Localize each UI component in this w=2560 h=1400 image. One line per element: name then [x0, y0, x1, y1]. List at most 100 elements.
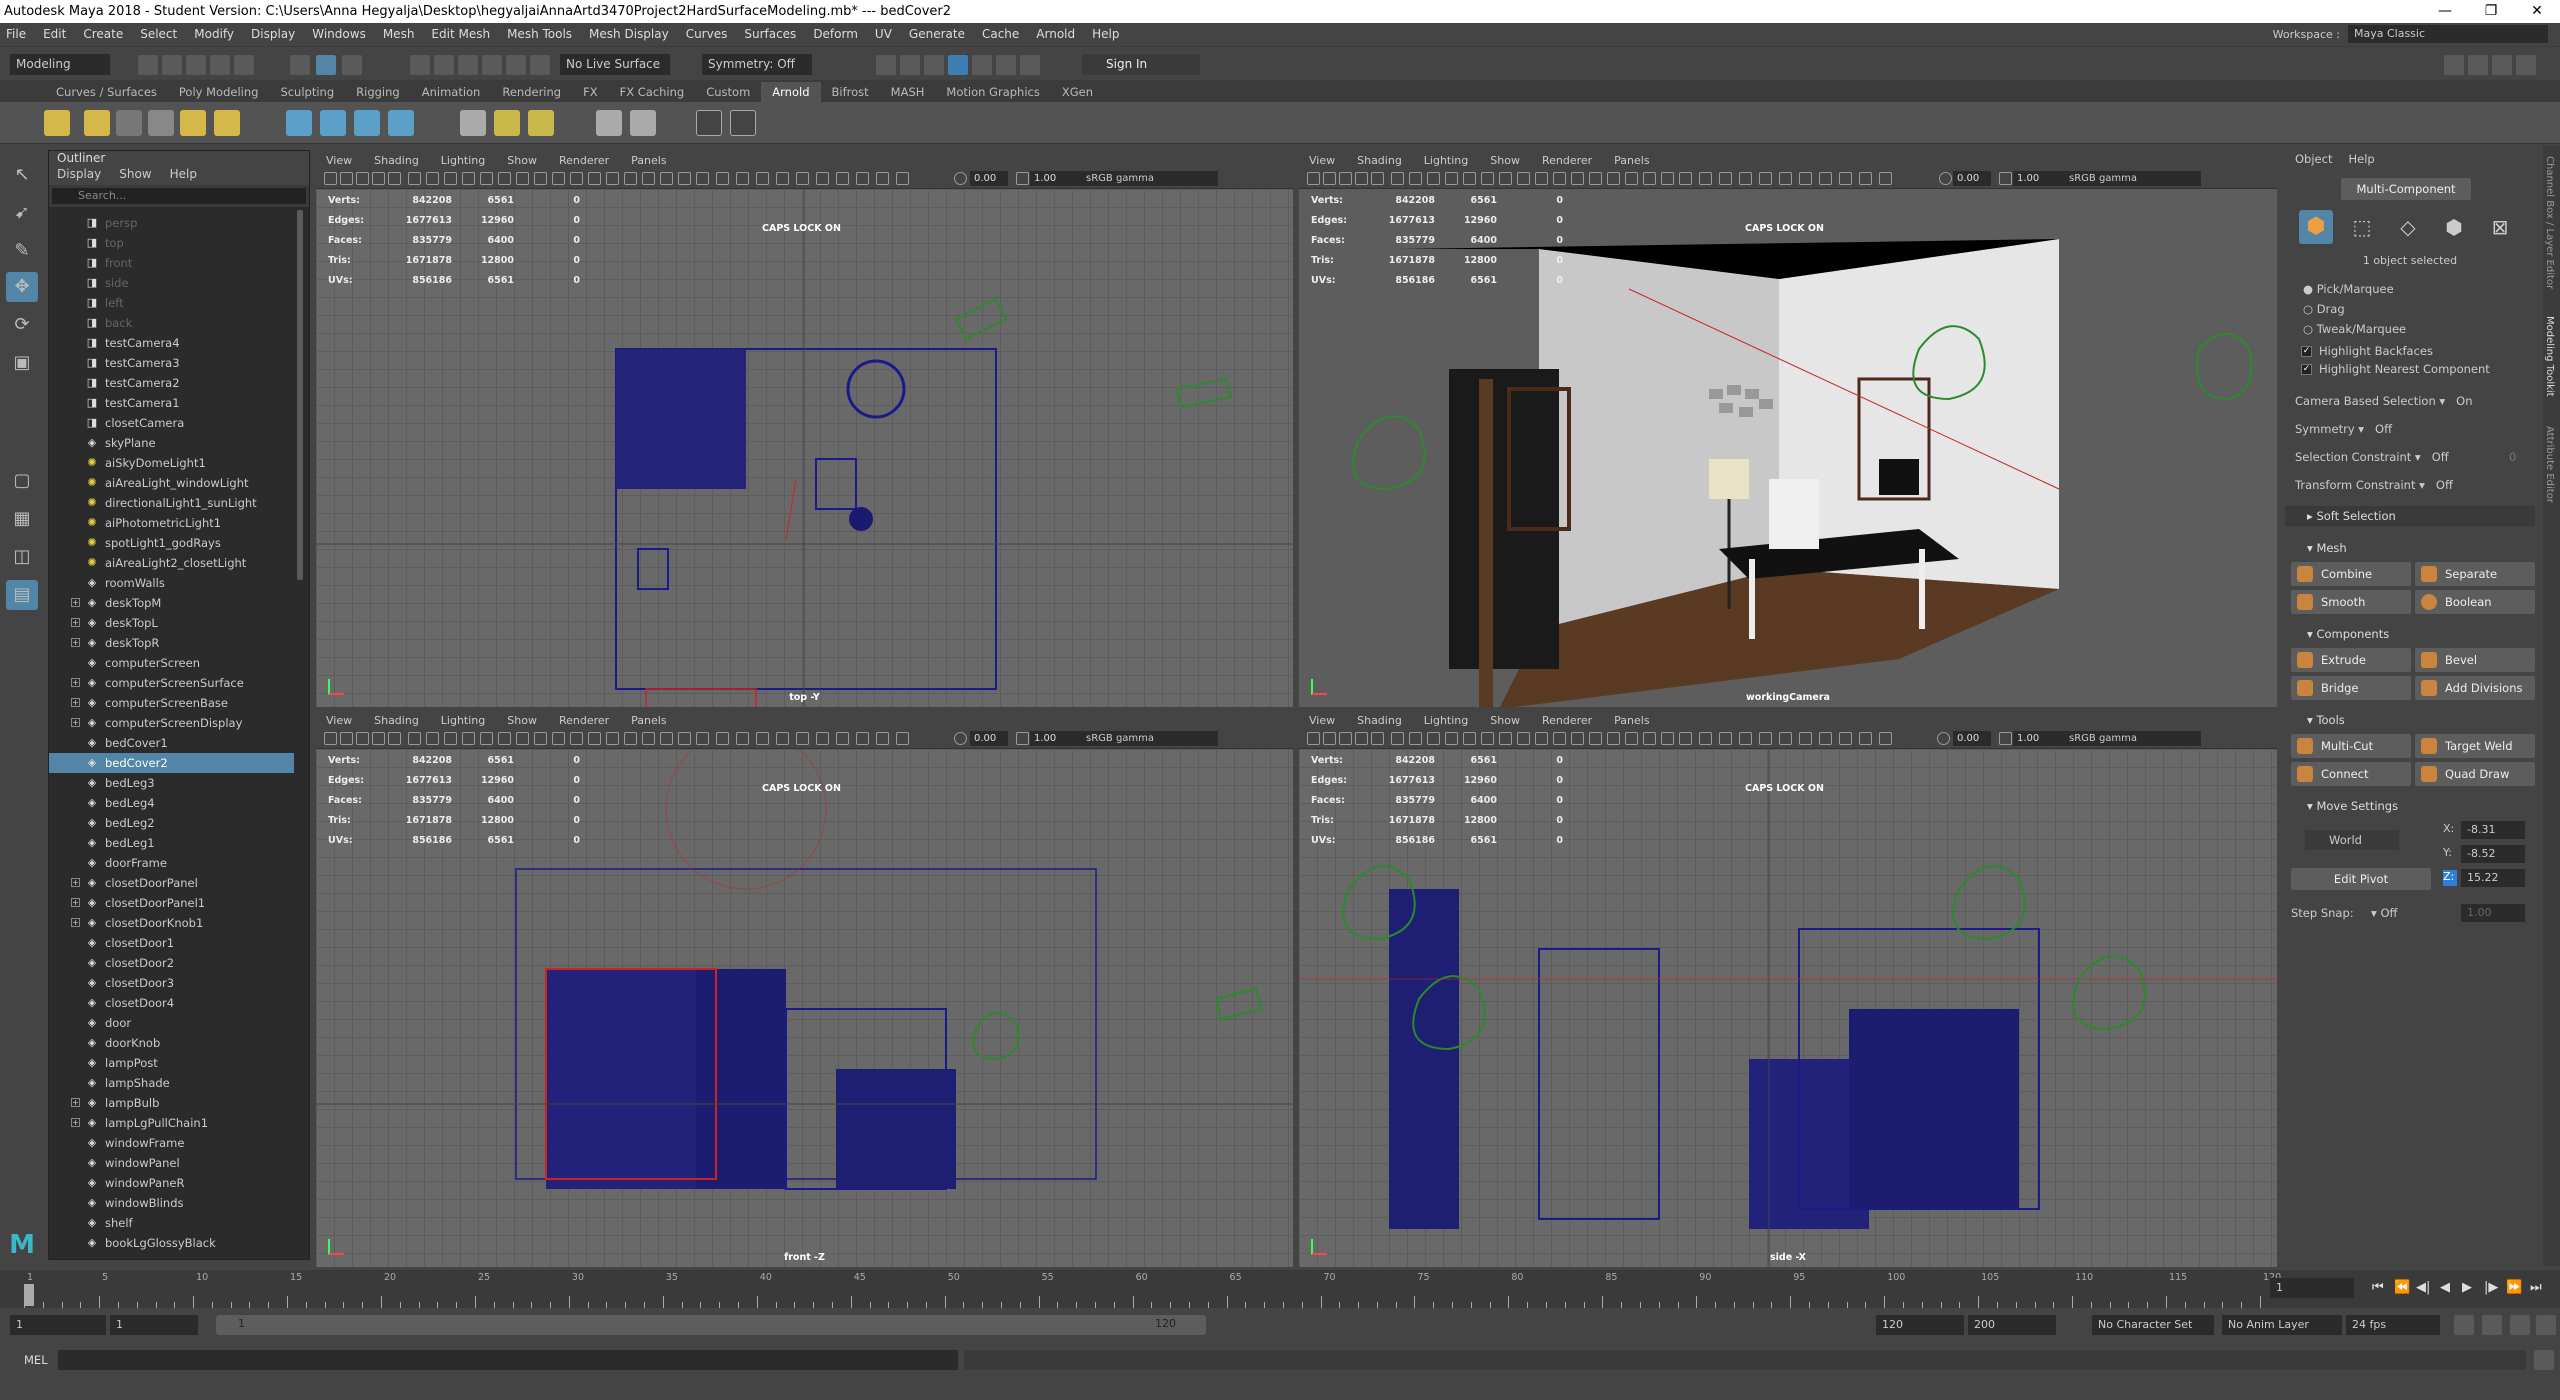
viewport-tool-icon[interactable]: [1445, 732, 1458, 745]
viewport-tool-icon[interactable]: [660, 732, 673, 745]
layout-four-icon[interactable]: [2468, 55, 2488, 75]
live-surface-dropdown[interactable]: No Live Surface: [560, 54, 670, 75]
viewport-tool-icon[interactable]: [1339, 172, 1352, 185]
expand-icon[interactable]: +: [71, 598, 80, 607]
outliner-item[interactable]: ◈ closetDoor4: [49, 993, 294, 1013]
expand-icon[interactable]: +: [71, 878, 80, 887]
shelf-tab-arnold[interactable]: Arnold: [761, 82, 821, 102]
outliner-item[interactable]: ◈ closetDoor2: [49, 953, 294, 973]
outliner-item[interactable]: ◈ windowBlinds: [49, 1193, 294, 1213]
flush-background-icon[interactable]: [528, 110, 554, 136]
attribute-editor-tab[interactable]: Attribute Editor: [2544, 426, 2555, 503]
viewport-tool-icon[interactable]: [1739, 172, 1752, 185]
components-section[interactable]: ▾ Components: [2285, 624, 2535, 644]
outliner-item[interactable]: ✺ aiPhotometricLight1: [49, 513, 294, 533]
outliner-menu-show[interactable]: Show: [119, 167, 151, 185]
viewport-menu-lighting[interactable]: Lighting: [441, 712, 485, 729]
pause-render-icon[interactable]: [1020, 55, 1040, 75]
quad-draw-button[interactable]: Quad Draw: [2415, 762, 2535, 786]
viewport-tool-icon[interactable]: [776, 732, 789, 745]
viewport-tool-icon[interactable]: [1625, 172, 1638, 185]
viewport-tool-icon[interactable]: [1661, 732, 1674, 745]
outliner-item[interactable]: ✺ aiSkyDomeLight1: [49, 453, 294, 473]
viewport-tool-icon[interactable]: [896, 732, 909, 745]
outliner-item[interactable]: + ◈ lampLgPullChain1: [49, 1113, 294, 1133]
flush-cache-icon[interactable]: [460, 110, 486, 136]
playblast-icon[interactable]: [730, 110, 756, 136]
outliner-item[interactable]: + ◈ closetDoorPanel1: [49, 893, 294, 913]
menu-curves[interactable]: Curves: [686, 27, 728, 41]
viewport-tool-icon[interactable]: [1481, 732, 1494, 745]
viewport-tool-icon[interactable]: [660, 172, 673, 185]
menu-mesh-tools[interactable]: Mesh Tools: [507, 27, 572, 41]
viewport-tool-icon[interactable]: [588, 172, 601, 185]
shelf-tab-curves-surfaces[interactable]: Curves / Surfaces: [45, 82, 168, 102]
redo-icon[interactable]: [234, 55, 254, 75]
viewport-tool-icon[interactable]: [876, 172, 889, 185]
curve-collector-icon[interactable]: [388, 110, 414, 136]
minimize-button[interactable]: —: [2422, 0, 2468, 23]
combine-button[interactable]: Combine: [2291, 562, 2411, 586]
outliner-search-input[interactable]: Search...: [52, 188, 306, 204]
outliner-item[interactable]: ◈ door: [49, 1013, 294, 1033]
viewport-tool-icon[interactable]: [1391, 732, 1404, 745]
menu-select[interactable]: Select: [140, 27, 177, 41]
outliner-scrollbar[interactable]: [295, 210, 305, 1250]
viewport-menu-panels[interactable]: Panels: [631, 152, 666, 169]
viewport-tool-icon[interactable]: [1445, 172, 1458, 185]
gamma-field[interactable]: 1.00: [2013, 171, 2051, 186]
play-backwards-icon[interactable]: ◀: [2440, 1280, 2450, 1295]
gamma-field[interactable]: 1.00: [2013, 731, 2051, 746]
menu-mesh[interactable]: Mesh: [383, 27, 415, 41]
outliner-item[interactable]: + ◈ deskTopR: [49, 633, 294, 653]
viewport-tool-icon[interactable]: [1307, 732, 1320, 745]
outliner-item[interactable]: ◈ bedLeg4: [49, 793, 294, 813]
expand-icon[interactable]: +: [71, 678, 80, 687]
snap-view-plane-icon[interactable]: [482, 55, 502, 75]
shelf-tab-sculpting[interactable]: Sculpting: [269, 82, 345, 102]
viewport-tool-icon[interactable]: [756, 732, 769, 745]
viewport-menu-lighting[interactable]: Lighting: [441, 152, 485, 169]
outliner-menu-display[interactable]: Display: [57, 167, 101, 185]
viewport-tool-icon[interactable]: [552, 172, 565, 185]
time-slider-ruler[interactable]: 1 5 10 15 20 25 30 35 40 45 50 55 60 65 70 75 80 85 90 95 10…: [24, 1270, 2281, 1308]
boolean-button[interactable]: Boolean: [2415, 590, 2535, 614]
menu-generate[interactable]: Generate: [909, 27, 965, 41]
viewport-menu-shading[interactable]: Shading: [1357, 712, 1402, 729]
viewport-tool-icon[interactable]: [552, 732, 565, 745]
viewport-tool-icon[interactable]: [444, 732, 457, 745]
maximize-button[interactable]: ❐: [2468, 0, 2514, 23]
viewport-tool-icon[interactable]: [1759, 732, 1772, 745]
viewport-menu-view[interactable]: View: [326, 712, 352, 729]
hypershade-icon[interactable]: [972, 55, 992, 75]
light-manager-icon[interactable]: [630, 110, 656, 136]
viewport-tool-icon[interactable]: [498, 732, 511, 745]
shelf-tab-bifrost[interactable]: Bifrost: [821, 82, 880, 102]
menu-surfaces[interactable]: Surfaces: [744, 27, 796, 41]
outliner-item[interactable]: ◈ bedCover2: [49, 753, 294, 773]
viewport-menu-shading[interactable]: Shading: [1357, 152, 1402, 169]
sign-in-button[interactable]: Sign In: [1082, 54, 1200, 75]
viewport-tool-icon[interactable]: [1427, 172, 1440, 185]
outliner-item[interactable]: + ◈ computerScreenDisplay: [49, 713, 294, 733]
viewport-menu-lighting[interactable]: Lighting: [1424, 152, 1468, 169]
viewport-tool-icon[interactable]: [1499, 732, 1512, 745]
radio-drag[interactable]: ○ Drag: [2303, 302, 2345, 316]
outliner-item[interactable]: ◈ closetDoor3: [49, 973, 294, 993]
viewport-tool-icon[interactable]: [1799, 172, 1812, 185]
viewport-tool-icon[interactable]: [624, 732, 637, 745]
viewport-tool-icon[interactable]: [480, 172, 493, 185]
outliner-item[interactable]: ✺ aiAreaLight2_closetLight: [49, 553, 294, 573]
current-time-marker[interactable]: [24, 1284, 34, 1306]
viewport-tool-icon[interactable]: [1839, 732, 1852, 745]
viewport-tool-icon[interactable]: [356, 732, 369, 745]
viewport-tool-icon[interactable]: [1779, 732, 1792, 745]
export-standin-icon[interactable]: [320, 110, 346, 136]
viewport-tool-icon[interactable]: [1859, 732, 1872, 745]
viewport-tool-icon[interactable]: [1517, 732, 1530, 745]
menu-mesh-display[interactable]: Mesh Display: [589, 27, 669, 41]
outliner-item[interactable]: ◈ doorKnob: [49, 1033, 294, 1053]
viewport-menu-view[interactable]: View: [1309, 712, 1335, 729]
outliner-item[interactable]: ◨ testCamera3: [49, 353, 294, 373]
viewport-tool-icon[interactable]: [856, 732, 869, 745]
